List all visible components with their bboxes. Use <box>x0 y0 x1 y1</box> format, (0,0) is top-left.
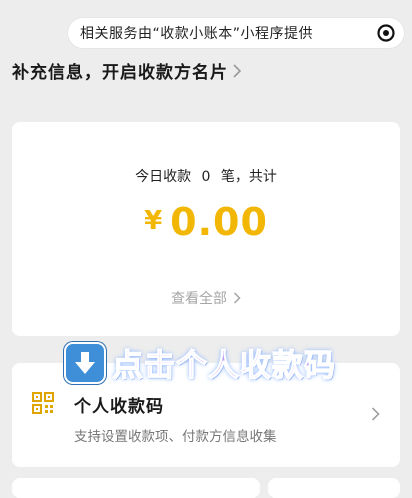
today-amount: ¥0.00 <box>12 200 400 244</box>
complete-info-link[interactable]: 补充信息，开启收款方名片 <box>12 58 242 83</box>
view-all-label: 查看全部 <box>171 291 227 307</box>
today-count-unit: 笔，共计 <box>220 169 277 185</box>
bottom-tile-right[interactable] <box>268 478 400 498</box>
view-all-link[interactable]: 查看全部 <box>12 288 400 308</box>
target-icon[interactable] <box>376 23 396 43</box>
today-summary: 今日收款 0 笔，共计 <box>12 166 400 186</box>
today-label: 今日收款 <box>135 169 192 185</box>
chevron-right-icon <box>233 63 242 78</box>
chevron-right-icon <box>233 292 241 304</box>
amount-value: 0.00 <box>170 200 268 244</box>
tap-instruction-overlay: 点击个人收款码 <box>66 340 336 385</box>
page-heading: 补充信息，开启收款方名片 <box>12 63 228 83</box>
service-provider-text: 相关服务由“收款小账本”小程序提供 <box>80 26 314 42</box>
tap-instruction-text: 点击个人收款码 <box>111 347 336 384</box>
service-provider-bar[interactable]: 相关服务由“收款小账本”小程序提供 <box>68 18 404 48</box>
chevron-right-icon <box>371 407 380 421</box>
qr-code-icon <box>32 392 54 414</box>
collection-summary-card: 今日收款 0 笔，共计 ¥0.00 查看全部 <box>12 122 400 336</box>
currency-symbol: ¥ <box>144 206 163 236</box>
today-count: 0 <box>201 169 211 185</box>
qr-entry-subtitle: 支持设置收款项、付款方信息收集 <box>74 429 277 445</box>
bottom-tile-left[interactable] <box>12 478 260 498</box>
arrow-down-icon <box>66 343 104 382</box>
qr-entry-title: 个人收款码 <box>74 397 164 417</box>
